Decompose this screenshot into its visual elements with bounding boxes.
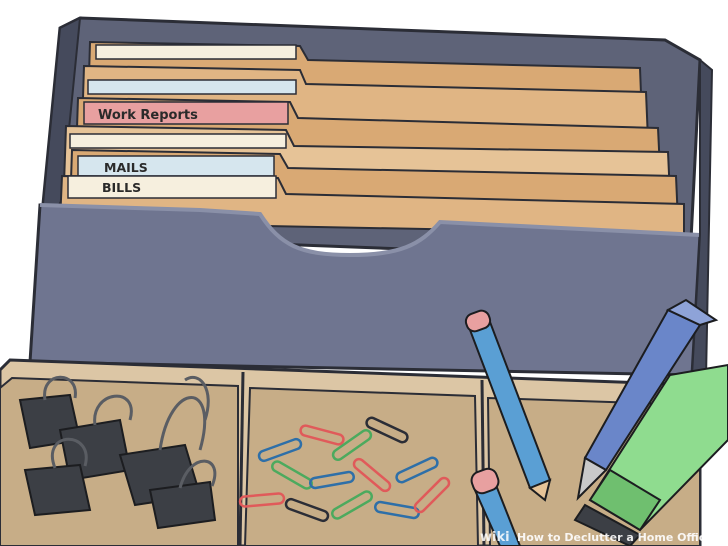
binder-clip [148, 480, 217, 530]
mails-label: MAILS [104, 160, 148, 175]
folder-tab-label [95, 44, 297, 60]
bills-label: BILLS [102, 180, 141, 195]
watermark-title: How to Declutter a Home Office [517, 531, 713, 544]
folder-tab-label [69, 133, 287, 149]
watermark-brand: wiki [480, 530, 510, 545]
folder-tab-bills [67, 175, 277, 199]
tray-divider [480, 379, 486, 546]
folder-tab-label [87, 79, 297, 95]
tray-middle-compartment [243, 386, 480, 546]
work-reports-label: Work Reports [98, 108, 198, 123]
office-organizer-illustration: Work Reports MAILS BILLS wiki How to Dec… [0, 16, 728, 546]
file-folders: Work Reports MAILS BILLS [58, 40, 685, 236]
binder-clip [23, 463, 92, 517]
